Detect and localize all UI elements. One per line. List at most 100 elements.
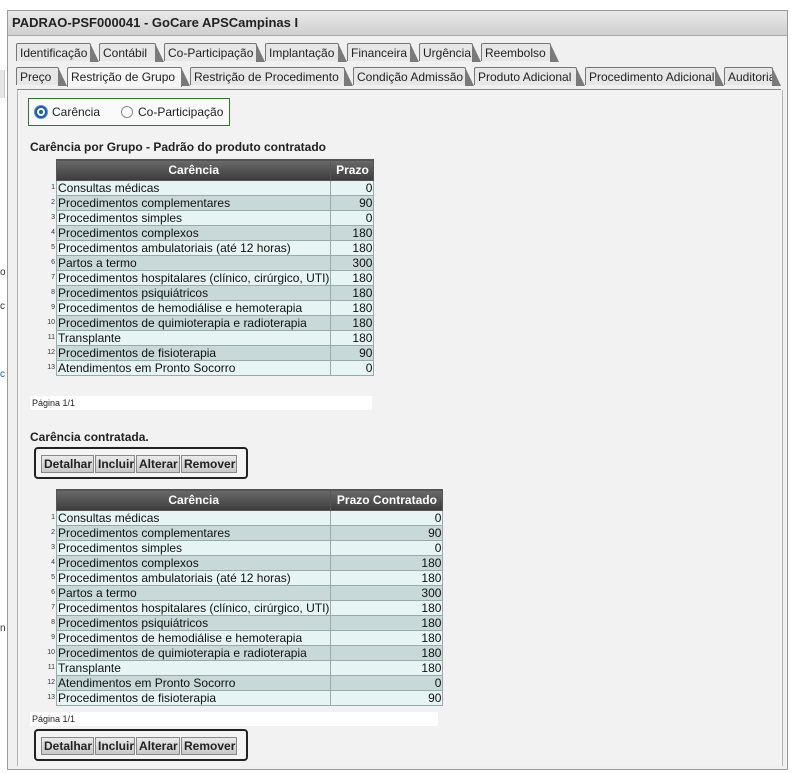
- table-row[interactable]: 12 Atendimentos em Pronto Socorro 0: [38, 675, 444, 691]
- edit-button[interactable]: Alterar: [136, 455, 180, 473]
- column-header-carencia[interactable]: Carência: [55, 159, 332, 181]
- edit-button[interactable]: Alterar: [136, 737, 180, 755]
- table-row[interactable]: 10 Procedimentos de quimioterapia e radio…: [38, 645, 444, 661]
- table-row[interactable]: 5 Procedimentos ambulatoriais (até 12 hor…: [38, 240, 375, 256]
- tab-implantacao[interactable]: Implantação: [265, 43, 347, 62]
- radio-carencia-label: Carência: [52, 105, 101, 119]
- prazo-cell: 180: [330, 240, 375, 256]
- row-number: 1: [38, 510, 57, 526]
- table-row[interactable]: 9 Procedimentos de hemodiálise e hemotera…: [38, 630, 444, 646]
- prazo-cell: 300: [330, 255, 375, 271]
- table-row[interactable]: 10 Procedimentos de quimioterapia e radio…: [38, 315, 375, 331]
- table-row[interactable]: 13 Procedimentos de fisioterapia 90: [38, 690, 444, 706]
- radio-selected-icon[interactable]: [35, 106, 47, 118]
- tab-condicao-admissao[interactable]: Condição Admissão: [353, 67, 474, 86]
- radio-co-participacao[interactable]: Co-Participação: [121, 105, 223, 119]
- radio-carencia[interactable]: Carência: [35, 105, 100, 119]
- row-number: 6: [38, 255, 57, 271]
- prazo-cell: 90: [330, 345, 375, 361]
- row-number: 5: [38, 240, 57, 256]
- detail-button[interactable]: Detalhar: [41, 455, 94, 473]
- remove-button[interactable]: Remover: [181, 455, 237, 473]
- table-row[interactable]: 2 Procedimentos complementares 90: [38, 195, 375, 211]
- carencia-contratada-toolbar-top: Detalhar Incluir Alterar Remover: [34, 447, 248, 479]
- row-number: 8: [38, 615, 57, 631]
- carencia-contratada-toolbar-bottom: Detalhar Incluir Alterar Remover: [34, 729, 248, 761]
- table-row[interactable]: 2 Procedimentos complementares 90: [38, 525, 444, 541]
- row-number-header: [38, 159, 57, 181]
- tab-co-participacao[interactable]: Co-Participação: [164, 43, 265, 62]
- table-row[interactable]: 11 Transplante 180: [38, 660, 444, 676]
- table-row[interactable]: 7 Procedimentos hospitalares (clínico, ci…: [38, 270, 375, 286]
- carencia-cell: Procedimentos hospitalares (clínico, cir…: [55, 270, 332, 286]
- row-number: 2: [38, 525, 57, 541]
- tab-restricao-de-grupo[interactable]: Restrição de Grupo: [67, 67, 190, 87]
- tab-reembolso[interactable]: Reembolso: [481, 43, 559, 62]
- radio-co-participacao-label: Co-Participação: [138, 105, 224, 119]
- tab-identificacao[interactable]: Identificação: [16, 43, 99, 62]
- prazo-cell: 0: [330, 540, 444, 556]
- row-number: 10: [38, 645, 57, 661]
- carencia-cell: Procedimentos hospitalares (clínico, cir…: [55, 600, 332, 616]
- table-row[interactable]: 12 Procedimentos de fisioterapia 90: [38, 345, 375, 361]
- tab-urgencia[interactable]: Urgência: [419, 43, 481, 62]
- table-row[interactable]: 9 Procedimentos de hemodiálise e hemotera…: [38, 300, 375, 316]
- detail-button[interactable]: Detalhar: [41, 737, 94, 755]
- tab-produto-adicional[interactable]: Produto Adicional: [474, 67, 585, 86]
- table-row[interactable]: 8 Procedimentos psiquiátricos 180: [38, 285, 375, 301]
- table-row[interactable]: 11 Transplante 180: [38, 330, 375, 346]
- row-number: 11: [38, 660, 57, 676]
- window-title: PADRAO-PSF000041 - GoCare APSCampinas I: [8, 11, 787, 36]
- carencia-cell: Procedimentos psiquiátricos: [55, 285, 332, 301]
- table-row[interactable]: 4 Procedimentos complexos 180: [38, 555, 444, 571]
- column-header-prazo-contratado[interactable]: Prazo Contratado: [330, 489, 444, 511]
- table-row[interactable]: 13 Atendimentos em Pronto Socorro 0: [38, 360, 375, 376]
- tab-contabil[interactable]: Contábil: [99, 43, 164, 62]
- row-number: 5: [38, 570, 57, 586]
- prazo-cell: 0: [330, 675, 444, 691]
- table-row[interactable]: 3 Procedimentos simples 0: [38, 540, 444, 556]
- carencia-cell: Transplante: [55, 660, 332, 676]
- row-number: 12: [38, 345, 57, 361]
- radio-unselected-icon[interactable]: [121, 106, 133, 118]
- product-window: PADRAO-PSF000041 - GoCare APSCampinas I …: [7, 10, 788, 770]
- row-number: 3: [38, 210, 57, 226]
- prazo-cell: 180: [330, 645, 444, 661]
- row-number: 1: [38, 180, 57, 196]
- tab-auditoria[interactable]: Auditoria: [724, 67, 781, 86]
- carencia-cell: Transplante: [55, 330, 332, 346]
- table-row[interactable]: 7 Procedimentos hospitalares (clínico, ci…: [38, 600, 444, 616]
- table-row[interactable]: 1 Consultas médicas 0: [38, 510, 444, 526]
- tab-preco[interactable]: Preço: [16, 67, 67, 86]
- tab-restricao-de-procedimento[interactable]: Restrição de Procedimento: [190, 67, 353, 86]
- table-row[interactable]: 1 Consultas médicas 0: [38, 180, 375, 196]
- prazo-cell: 180: [330, 300, 375, 316]
- prazo-cell: 300: [330, 585, 444, 601]
- table-row[interactable]: 6 Partos a termo 300: [38, 255, 375, 271]
- column-header-prazo[interactable]: Prazo: [330, 159, 375, 181]
- tab-financeira[interactable]: Financeira: [347, 43, 419, 62]
- add-button[interactable]: Incluir: [95, 737, 135, 755]
- carencia-cell: Consultas médicas: [55, 510, 332, 526]
- add-button[interactable]: Incluir: [95, 455, 135, 473]
- table-row[interactable]: 3 Procedimentos simples 0: [38, 210, 375, 226]
- row-number: 13: [38, 690, 57, 706]
- table1-pager: Página 1/1: [30, 396, 372, 410]
- table-carencia-contratada: Carência Prazo Contratado 1 Consultas méd…: [38, 489, 444, 706]
- table-row[interactable]: 4 Procedimentos complexos 180: [38, 225, 375, 241]
- row-number-header: [38, 489, 57, 511]
- prazo-cell: 180: [330, 615, 444, 631]
- tab-procedimento-adicional[interactable]: Procedimento Adicional: [585, 67, 724, 86]
- table-row[interactable]: 8 Procedimentos psiquiátricos 180: [38, 615, 444, 631]
- remove-button[interactable]: Remover: [181, 737, 237, 755]
- column-header-carencia[interactable]: Carência: [55, 489, 332, 511]
- partial-text: c: [0, 301, 5, 312]
- prazo-cell: 180: [330, 225, 375, 241]
- table2-title: Carência contratada.: [30, 430, 149, 444]
- row-number: 6: [38, 585, 57, 601]
- carencia-cell: Procedimentos psiquiátricos: [55, 615, 332, 631]
- carencia-type-radio-group: Carência Co-Participação: [28, 98, 230, 126]
- table-row[interactable]: 5 Procedimentos ambulatoriais (até 12 hor…: [38, 570, 444, 586]
- prazo-cell: 180: [330, 555, 444, 571]
- table-row[interactable]: 6 Partos a termo 300: [38, 585, 444, 601]
